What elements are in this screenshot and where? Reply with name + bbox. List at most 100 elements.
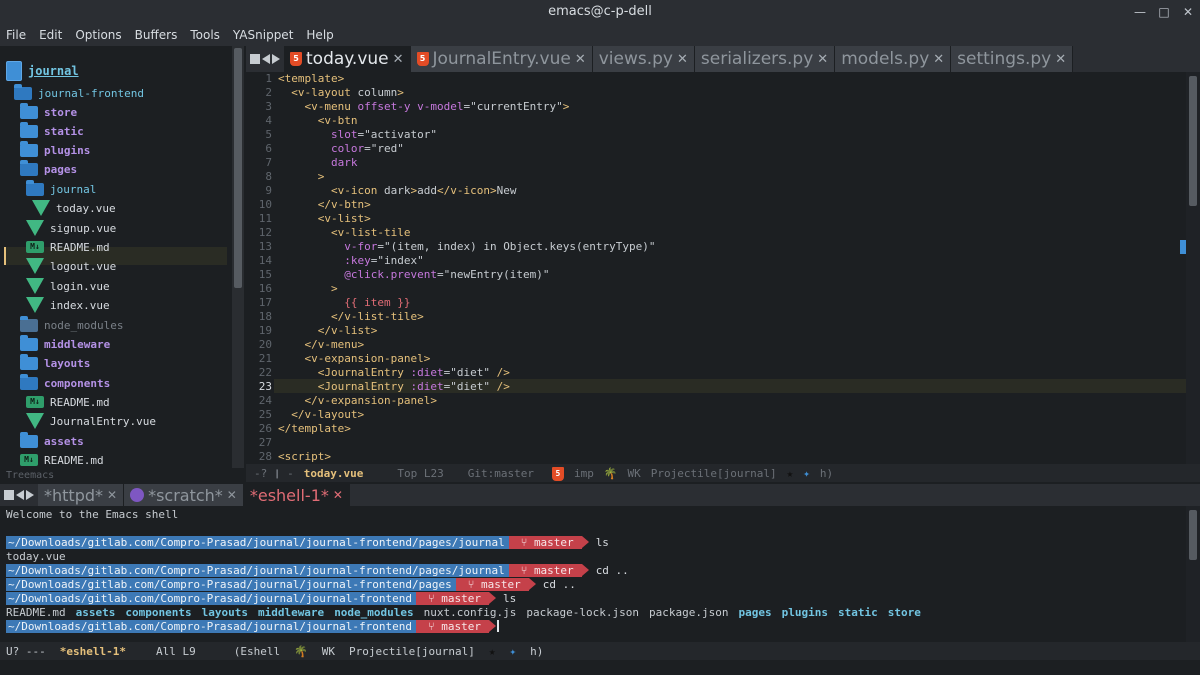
prompt-path: ~/Downloads/gitlab.com/Compro-Prasad/jou…: [6, 535, 516, 549]
tree-item[interactable]: login.vue: [26, 277, 110, 295]
tree-item[interactable]: index.vue: [26, 296, 110, 314]
folder-open-icon: [26, 179, 44, 196]
line-number: 3: [265, 100, 272, 113]
code-line: </v-menu>: [304, 338, 365, 351]
tree-item[interactable]: plugins: [20, 140, 90, 159]
git-branch-icon: ⑂: [520, 563, 534, 577]
close-icon[interactable]: ✕: [1055, 52, 1066, 67]
close-icon[interactable]: ✕: [393, 52, 404, 67]
line-number: 8: [265, 170, 272, 183]
menu-options[interactable]: Options: [75, 28, 121, 42]
minibuffer[interactable]: [0, 660, 1200, 675]
tree-item[interactable]: journal: [26, 179, 96, 198]
tab-serializers-py[interactable]: serializers.py ✕: [694, 46, 836, 72]
tab-scratch[interactable]: *scratch* ✕: [124, 484, 244, 506]
tree-item[interactable]: M↓ README.md: [20, 451, 104, 468]
tree-item[interactable]: logout.vue: [26, 257, 116, 275]
tree-item[interactable]: assets: [20, 431, 84, 450]
code-editor[interactable]: 1 <template> 2 <v-layout column> 3 <v-menu …: [246, 72, 1186, 464]
scrollbar-thumb[interactable]: [1189, 76, 1197, 206]
folder-open-icon: [20, 159, 38, 176]
ls-entry: assets: [75, 605, 116, 619]
tab-journalentry-vue[interactable]: 5 JournalEntry.vue ✕: [410, 46, 593, 72]
tree-item[interactable]: signup.vue: [26, 219, 116, 237]
eshell-welcome: Welcome to the Emacs shell: [6, 507, 179, 521]
modeline-position: All L9: [155, 644, 196, 658]
tab-menu-icon[interactable]: [250, 54, 260, 64]
close-icon[interactable]: ✕: [817, 52, 828, 67]
prompt-path: ~/Downloads/gitlab.com/Compro-Prasad/jou…: [6, 563, 516, 577]
gnu-icon: ★: [488, 644, 496, 658]
eshell-scrollbar[interactable]: [1186, 506, 1200, 642]
tab-nav-buttons: [246, 46, 284, 72]
tab-views-py[interactable]: views.py ✕: [592, 46, 695, 72]
vue-icon: [32, 200, 50, 216]
eshell-buffer[interactable]: Welcome to the Emacs shell ~/Downloads/g…: [0, 506, 1186, 642]
close-icon[interactable]: ✕: [933, 52, 944, 67]
modeline-position: Top L23: [397, 466, 444, 480]
vue-icon: [26, 220, 44, 236]
scrollbar-thumb[interactable]: [234, 48, 242, 288]
tab-next-icon[interactable]: [26, 490, 34, 500]
close-icon[interactable]: ✕: [575, 52, 586, 67]
tree-item[interactable]: node_modules: [20, 315, 123, 334]
prompt-command: ls: [502, 591, 517, 605]
tree-item[interactable]: today.vue: [32, 199, 116, 217]
tree-item[interactable]: layouts: [20, 353, 90, 372]
window-titlebar: emacs@c-p-dell — □ ✕: [0, 0, 1200, 24]
tree-item[interactable]: static: [20, 121, 84, 140]
maximize-icon[interactable]: □: [1158, 0, 1170, 24]
line-number: 2: [265, 86, 272, 99]
tree-item[interactable]: store: [20, 102, 77, 121]
tab-prev-icon[interactable]: [262, 54, 270, 64]
line-number: 5: [265, 128, 272, 141]
tab-eshell-1[interactable]: *eshell-1* ✕: [243, 484, 350, 506]
menu-yasnippet[interactable]: YASnippet: [233, 28, 294, 42]
tab-httpd[interactable]: *httpd* ✕: [38, 484, 125, 506]
tab-today-vue[interactable]: 5 today.vue ✕: [284, 46, 411, 72]
treemacs-scrollbar[interactable]: [232, 46, 244, 468]
close-window-icon[interactable]: ✕: [1182, 0, 1194, 24]
tree-item[interactable]: pages: [20, 159, 77, 178]
menu-tools[interactable]: Tools: [190, 28, 220, 42]
menu-buffers[interactable]: Buffers: [135, 28, 178, 42]
tree-item[interactable]: journal-frontend: [14, 83, 144, 102]
tree-item[interactable]: middleware: [20, 334, 110, 353]
scrollbar-thumb[interactable]: [1189, 510, 1197, 560]
html5-icon: 5: [290, 52, 302, 66]
close-icon[interactable]: ✕: [107, 488, 117, 502]
html5-icon: 5: [416, 52, 429, 66]
code-line: <script>: [278, 450, 331, 463]
code-line: </v-expansion-panel>: [304, 394, 437, 407]
menu-help[interactable]: Help: [306, 28, 333, 42]
tree-root[interactable]: journal: [6, 61, 79, 81]
line-number: 25: [258, 408, 272, 421]
eshell-prompt-line: ~/Downloads/gitlab.com/Compro-Prasad/jou…: [6, 535, 609, 549]
ls-entry: README.md: [6, 605, 66, 619]
line-number: 7: [265, 156, 272, 169]
code-line: <v-layout column>: [291, 86, 404, 99]
editor-scrollbar[interactable]: [1186, 72, 1200, 464]
editor-tab-bar: 5 today.vue ✕ 5 JournalEntry.vue ✕ views.py ✕…: [246, 46, 1200, 72]
folder-icon: [20, 431, 38, 448]
tree-item[interactable]: M↓ README.md: [26, 238, 110, 256]
modeline-state: -? ❙ -: [254, 466, 294, 480]
tab-settings-py[interactable]: settings.py ✕: [951, 46, 1074, 72]
prompt-command: cd ..: [542, 577, 576, 591]
tree-item[interactable]: JournalEntry.vue: [26, 412, 156, 430]
close-icon[interactable]: ✕: [333, 488, 343, 502]
close-icon[interactable]: ✕: [227, 488, 237, 502]
minimize-icon[interactable]: —: [1134, 0, 1146, 24]
tree-item[interactable]: M↓ README.md: [26, 393, 110, 411]
tab-menu-icon[interactable]: [4, 490, 14, 500]
tab-prev-icon[interactable]: [16, 490, 24, 500]
code-line: v-for="(item, index) in Object.keys(entr…: [344, 240, 656, 253]
close-icon[interactable]: ✕: [677, 52, 688, 67]
tab-models-py[interactable]: models.py ✕: [835, 46, 952, 72]
menu-edit[interactable]: Edit: [39, 28, 62, 42]
tab-next-icon[interactable]: [272, 54, 280, 64]
tree-item[interactable]: components: [20, 373, 110, 392]
menu-file[interactable]: File: [6, 28, 26, 42]
line-number: 4: [265, 114, 272, 127]
modeline-tail: h): [530, 644, 544, 658]
